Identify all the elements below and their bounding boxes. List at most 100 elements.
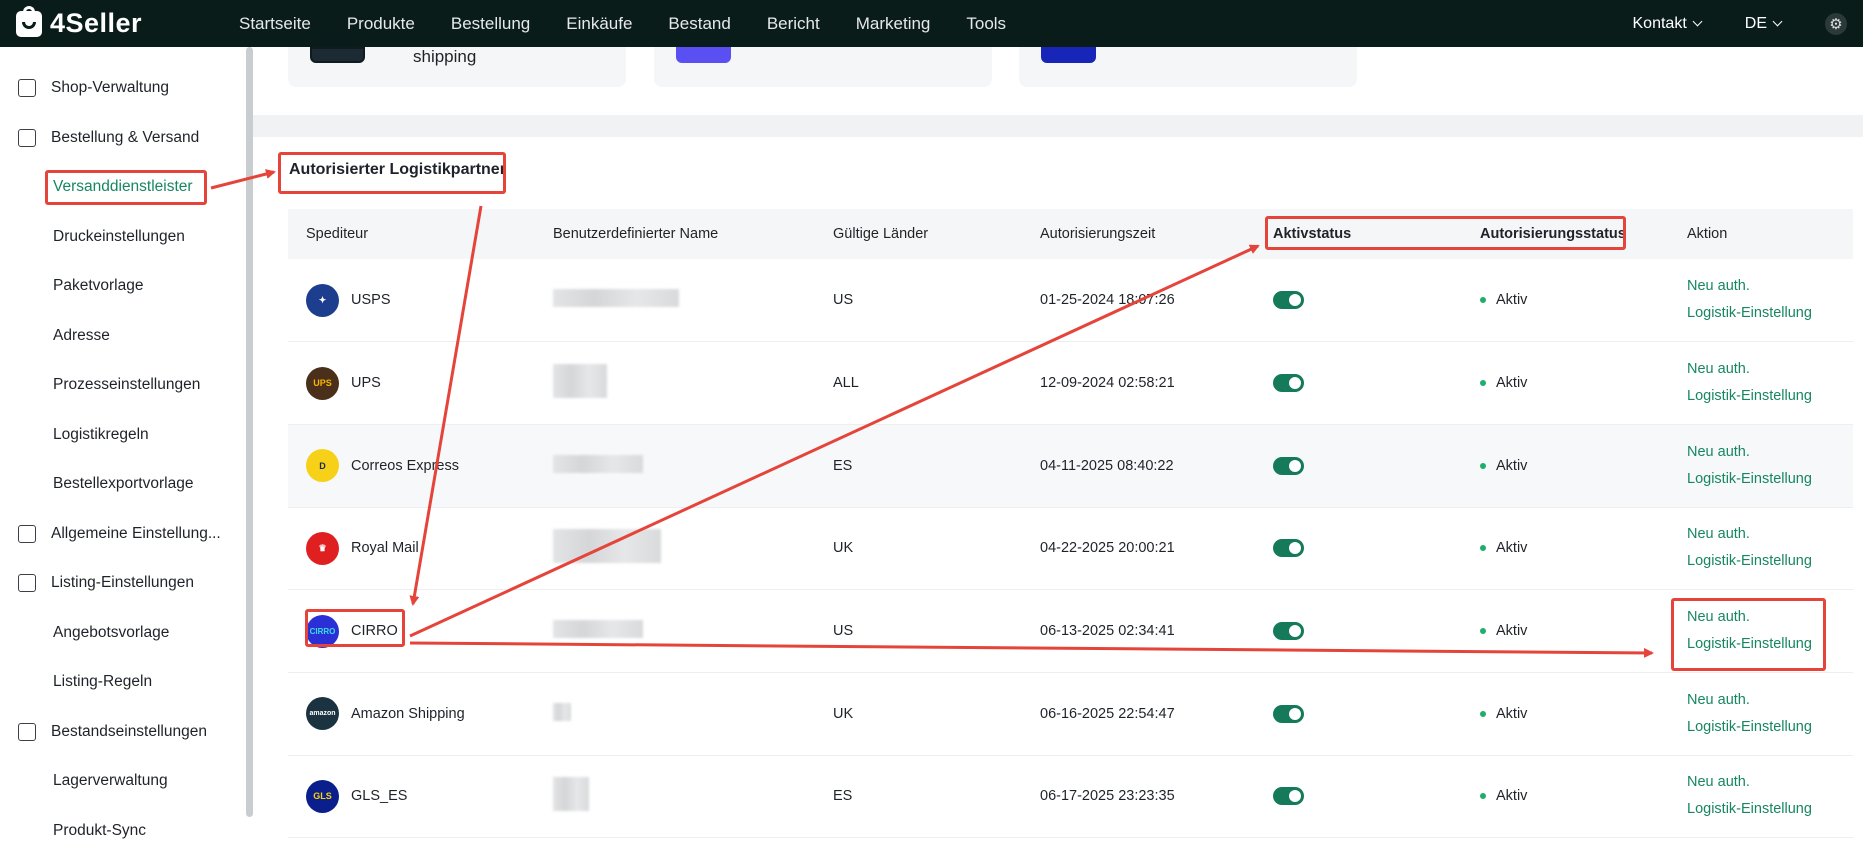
nav-marketing[interactable]: Marketing [856, 14, 931, 34]
nav-startseite[interactable]: Startseite [239, 14, 311, 34]
nav-bestellung[interactable]: Bestellung [451, 14, 530, 34]
sidebar-item-bestellexportvorlage[interactable]: Bestellexportvorlage [53, 468, 193, 500]
status-text: Aktiv [1496, 375, 1528, 392]
sidebar-group-label: Shop-Verwaltung [51, 79, 170, 96]
sidebar-group-listing[interactable]: Listing-Einstellungen [18, 567, 194, 599]
status-dot [1480, 710, 1486, 717]
carrier-logo-icon [310, 47, 365, 63]
sidebar-scrollbar[interactable] [246, 47, 253, 817]
carrier-name: Royal Mail [351, 540, 419, 557]
custom-name-redacted [553, 777, 589, 812]
table-row: D Correos Express ES 04-11-2025 08:40:22 … [288, 424, 1853, 508]
countries: ES [815, 755, 1022, 839]
column-header: Aktivstatus [1255, 209, 1462, 259]
logistics-cards: shipping [253, 47, 1863, 115]
table-row: ♛ Royal Mail UK 04-22-2025 20:00:21 Aktiv… [288, 507, 1853, 591]
ups-shield-icon: UPS [306, 366, 339, 400]
countries: ALL [815, 341, 1022, 425]
royal-mail-icon: ♛ [306, 531, 339, 565]
sidebar-group-shop[interactable]: Shop-Verwaltung [18, 72, 169, 104]
language-dropdown[interactable]: DE [1744, 14, 1783, 33]
sidebar-item-logistikregeln[interactable]: Logistikregeln [53, 419, 149, 451]
gls-icon: GLS [306, 779, 339, 813]
reauth-link[interactable]: Neu auth. [1687, 439, 1853, 466]
language-label: DE [1744, 14, 1767, 32]
reauth-link[interactable]: Neu auth. [1687, 521, 1853, 548]
logo[interactable]: 4Seller [16, 5, 221, 39]
sidebar-item-adresse[interactable]: Adresse [53, 320, 110, 352]
sidebar-item-lagerverwaltung[interactable]: Lagerverwaltung [53, 765, 168, 797]
carrier-logo-icon [1041, 47, 1096, 63]
column-header: Gültige Länder [815, 209, 1022, 259]
order-icon [18, 129, 36, 147]
shop-icon [18, 79, 36, 97]
logistics-card[interactable]: shipping [288, 47, 626, 87]
reauth-link[interactable]: Neu auth. [1687, 769, 1853, 796]
carrier-name: UPS [351, 375, 381, 392]
top-navigation: 4Seller Startseite Produkte Bestellung E… [0, 0, 1863, 47]
carrier-table: Spediteur Benutzerdefinierter Name Gülti… [288, 209, 1853, 839]
logistics-settings-link[interactable]: Logistik-Einstellung [1687, 383, 1853, 410]
sidebar-item-druckeinstellungen[interactable]: Druckeinstellungen [53, 221, 185, 253]
logistics-settings-link[interactable]: Logistik-Einstellung [1687, 466, 1853, 493]
logistics-card[interactable] [654, 47, 992, 87]
sidebar-item-prozesseinstellungen[interactable]: Prozesseinstellungen [53, 369, 200, 401]
card-label: shipping [413, 47, 477, 66]
active-toggle[interactable] [1273, 374, 1304, 393]
sidebar-group-general[interactable]: Allgemeine Einstellung... [18, 518, 221, 550]
carrier-name: Amazon Shipping [351, 705, 465, 722]
status-dot [1480, 545, 1486, 552]
active-toggle[interactable] [1273, 787, 1304, 806]
sidebar-item-listing-regeln[interactable]: Listing-Regeln [53, 666, 152, 698]
logistics-card[interactable] [1019, 47, 1357, 87]
contact-dropdown[interactable]: Kontakt [1633, 15, 1703, 33]
logistics-settings-link[interactable]: Logistik-Einstellung [1687, 714, 1853, 741]
column-header: Spediteur [288, 209, 535, 259]
active-toggle[interactable] [1273, 456, 1304, 475]
auth-time: 06-13-2025 02:34:41 [1022, 589, 1255, 673]
status-text: Aktiv [1496, 623, 1528, 640]
status-text: Aktiv [1496, 457, 1528, 474]
reauth-link[interactable]: Neu auth. [1687, 273, 1853, 300]
sidebar-item-produkt-sync[interactable]: Produkt-Sync [53, 815, 146, 847]
status-text: Aktiv [1496, 292, 1528, 309]
custom-name-redacted [553, 620, 643, 639]
active-toggle[interactable] [1273, 539, 1304, 558]
sidebar-item-paketvorlage[interactable]: Paketvorlage [53, 270, 143, 302]
custom-name-redacted [553, 529, 661, 564]
nav-tools[interactable]: Tools [966, 14, 1006, 34]
logistics-settings-link[interactable]: Logistik-Einstellung [1687, 631, 1853, 658]
sidebar-group-order[interactable]: Bestellung & Versand [18, 122, 199, 154]
carrier-logo-icon [676, 47, 731, 63]
auth-time: 06-16-2025 22:54:47 [1022, 672, 1255, 756]
logistics-settings-link[interactable]: Logistik-Einstellung [1687, 548, 1853, 575]
nav-einkaeufe[interactable]: Einkäufe [566, 14, 632, 34]
sidebar-item-versanddienstleister[interactable]: Versanddienstleister [53, 171, 193, 203]
settings-gear-icon[interactable]: ⚙ [1825, 12, 1847, 35]
sidebar-group-label: Bestellung & Versand [51, 129, 200, 146]
reauth-link[interactable]: Neu auth. [1687, 687, 1853, 714]
sidebar-group-inventory[interactable]: Bestandseinstellungen [18, 716, 207, 748]
upload-icon [18, 574, 36, 592]
active-toggle[interactable] [1273, 622, 1304, 641]
logistics-settings-link[interactable]: Logistik-Einstellung [1687, 796, 1853, 823]
shopping-bag-icon [16, 5, 42, 37]
nav-produkte[interactable]: Produkte [347, 14, 415, 34]
sidebar-group-label: Allgemeine Einstellung... [51, 525, 221, 542]
logistics-settings-link[interactable]: Logistik-Einstellung [1687, 300, 1853, 327]
auth-time: 04-11-2025 08:40:22 [1022, 424, 1255, 508]
nav-bestand[interactable]: Bestand [668, 14, 730, 34]
nav-bericht[interactable]: Bericht [767, 14, 820, 34]
status-text: Aktiv [1496, 788, 1528, 805]
inventory-icon [18, 723, 36, 741]
sidebar-item-angebotsvorlage[interactable]: Angebotsvorlage [53, 617, 169, 649]
active-toggle[interactable] [1273, 704, 1304, 723]
status-dot [1480, 628, 1486, 635]
reauth-link[interactable]: Neu auth. [1687, 604, 1853, 631]
reauth-link[interactable]: Neu auth. [1687, 356, 1853, 383]
column-header: Aktion [1669, 209, 1853, 259]
column-header: Benutzerdefinierter Name [535, 209, 815, 259]
active-toggle[interactable] [1273, 291, 1304, 310]
section-title: Autorisierter Logistikpartner [289, 161, 506, 178]
logo-text: 4Seller [50, 8, 143, 38]
